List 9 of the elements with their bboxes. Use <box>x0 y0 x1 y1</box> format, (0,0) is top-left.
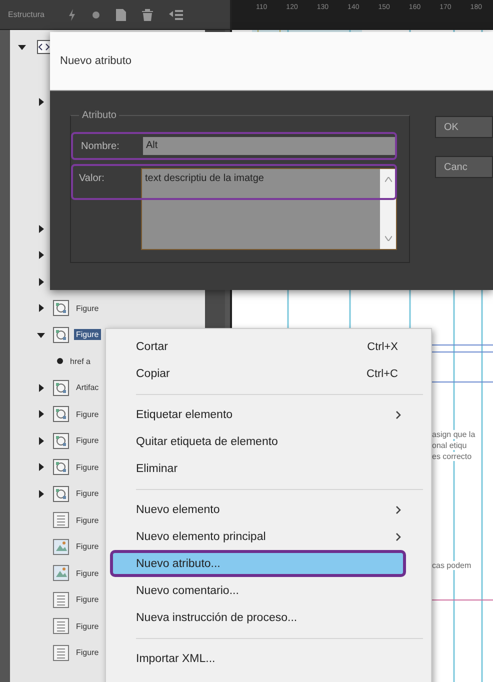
field-label: Valor: <box>79 173 106 184</box>
field-label: Nombre: <box>81 140 120 152</box>
document-text: cas podem <box>432 561 472 570</box>
document-text: onal etiqu <box>432 441 467 450</box>
panel-title: Estructura <box>8 10 44 19</box>
group-label: Atributo <box>79 110 120 121</box>
document-text: es correcto <box>432 452 472 461</box>
dialog-title: Nuevo atributo <box>60 55 132 67</box>
document-text: asign que la <box>432 430 476 439</box>
